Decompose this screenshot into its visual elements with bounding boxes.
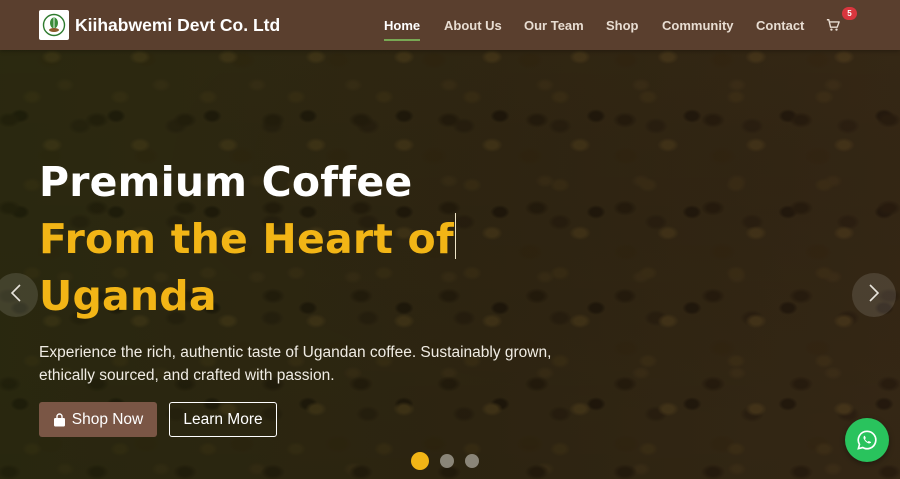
nav-community[interactable]: Community [662, 18, 734, 33]
whatsapp-icon [856, 429, 878, 451]
headline-line-2-text: From the Heart of [39, 215, 454, 263]
carousel-dot-3[interactable] [465, 454, 479, 468]
shopping-bag-icon [53, 412, 66, 427]
cart-icon[interactable] [826, 17, 840, 36]
carousel-indicators [411, 452, 490, 470]
carousel-next-button[interactable] [852, 273, 896, 317]
headline-line-1: Premium Coffee [39, 158, 413, 206]
learn-more-label: Learn More [183, 410, 263, 428]
coffee-leaf-logo [39, 10, 69, 40]
nav-contact[interactable]: Contact [756, 18, 804, 33]
carousel-dot-2[interactable] [440, 454, 454, 468]
chevron-left-icon [9, 283, 23, 307]
nav-home[interactable]: Home [384, 18, 421, 41]
carousel-dot-1[interactable] [411, 452, 429, 470]
nav-about-us[interactable]: About Us [444, 18, 502, 33]
typing-caret [454, 213, 457, 259]
navbar: Kiihabwemi Devt Co. Ltd Home About Us Ou… [0, 0, 900, 50]
hero-headline: Premium Coffee From the Heart of Uganda [39, 154, 457, 325]
whatsapp-button[interactable] [845, 418, 889, 462]
learn-more-button[interactable]: Learn More [169, 402, 277, 437]
nav-our-team[interactable]: Our Team [524, 18, 584, 33]
hero-description: Experience the rich, authentic taste of … [39, 344, 552, 384]
shop-now-button[interactable]: Shop Now [39, 402, 157, 437]
headline-line-2: From the Heart of [39, 211, 457, 268]
chevron-right-icon [867, 283, 881, 307]
brand-name: Kiihabwemi Devt Co. Ltd [75, 14, 281, 35]
headline-line-3: Uganda [39, 272, 217, 320]
cart-count-badge: 5 [842, 7, 857, 20]
shop-now-label: Shop Now [71, 410, 144, 428]
brand[interactable]: Kiihabwemi Devt Co. Ltd [39, 10, 280, 40]
nav-shop[interactable]: Shop [606, 18, 639, 33]
